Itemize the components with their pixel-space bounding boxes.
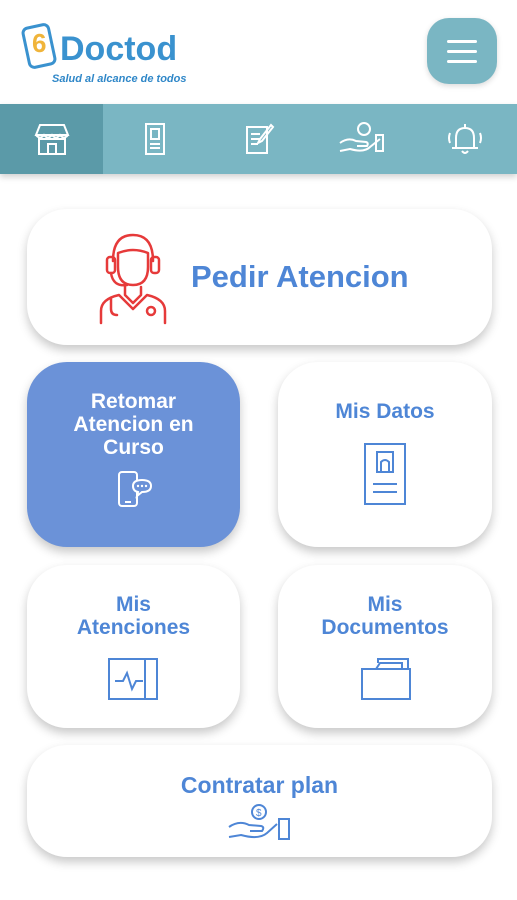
hamburger-icon: [447, 40, 477, 43]
contratar-plan-card[interactable]: Contratar plan $: [27, 745, 492, 857]
contratar-plan-label: Contratar plan: [180, 772, 339, 798]
id-card-icon: [145, 123, 166, 155]
id-card-icon: [364, 443, 406, 505]
mis-documentos-line2: Documentos: [321, 616, 449, 639]
mis-datos-card[interactable]: Mis Datos: [278, 362, 492, 547]
mis-datos-label: Mis Datos: [335, 400, 435, 423]
nav-tab-profile[interactable]: [103, 104, 206, 174]
retomar-line2: Atencion en: [73, 413, 194, 436]
clipboard-edit-icon: [246, 123, 275, 154]
mis-atenciones-card[interactable]: Mis Atenciones: [27, 565, 240, 728]
mis-documentos-card[interactable]: Mis Documentos: [278, 565, 492, 728]
nav-tab-plans[interactable]: [310, 104, 413, 174]
phone-chat-icon: [118, 471, 153, 507]
logo-tagline: Salud al alcance de todos: [52, 73, 187, 85]
mis-documentos-line1: Mis: [367, 593, 403, 616]
doctod-logo[interactable]: 6 Doctod Salud al alcance de todos: [18, 18, 208, 90]
svg-text:6: 6: [32, 28, 46, 58]
nav-tab-home[interactable]: [0, 104, 104, 174]
retomar-line1: Retomar: [90, 390, 177, 413]
bell-icon: [448, 124, 483, 154]
retomar-atencion-card[interactable]: Retomar Atencion en Curso: [27, 362, 240, 547]
hamburger-icon-line: [447, 60, 477, 63]
pedir-atencion-label: Pedir Atencion: [191, 259, 409, 294]
doctor-headset-icon: [99, 233, 167, 325]
retomar-line3: Curso: [103, 436, 164, 459]
bottom-nav-bar: [0, 104, 517, 174]
nav-tab-notifications[interactable]: [414, 104, 517, 174]
nav-tab-records[interactable]: [207, 104, 310, 174]
folder-icon: [361, 658, 411, 700]
monitor-heartbeat-icon: [108, 658, 158, 700]
menu-button[interactable]: [427, 18, 497, 84]
hamburger-icon-line: [447, 50, 477, 53]
hand-coin-icon: [339, 122, 384, 152]
coin-symbol-icon: $: [256, 808, 262, 819]
logo-wordmark: Doctod: [60, 30, 178, 68]
hand-coin-icon: $: [228, 804, 290, 840]
app-header: 6 Doctod Salud al alcance de todos: [0, 0, 517, 104]
mis-atenciones-line1: Mis: [115, 593, 151, 616]
pedir-atencion-card[interactable]: Pedir Atencion: [27, 209, 492, 345]
home-icon: [34, 124, 70, 155]
mis-atenciones-line2: Atenciones: [76, 616, 191, 639]
